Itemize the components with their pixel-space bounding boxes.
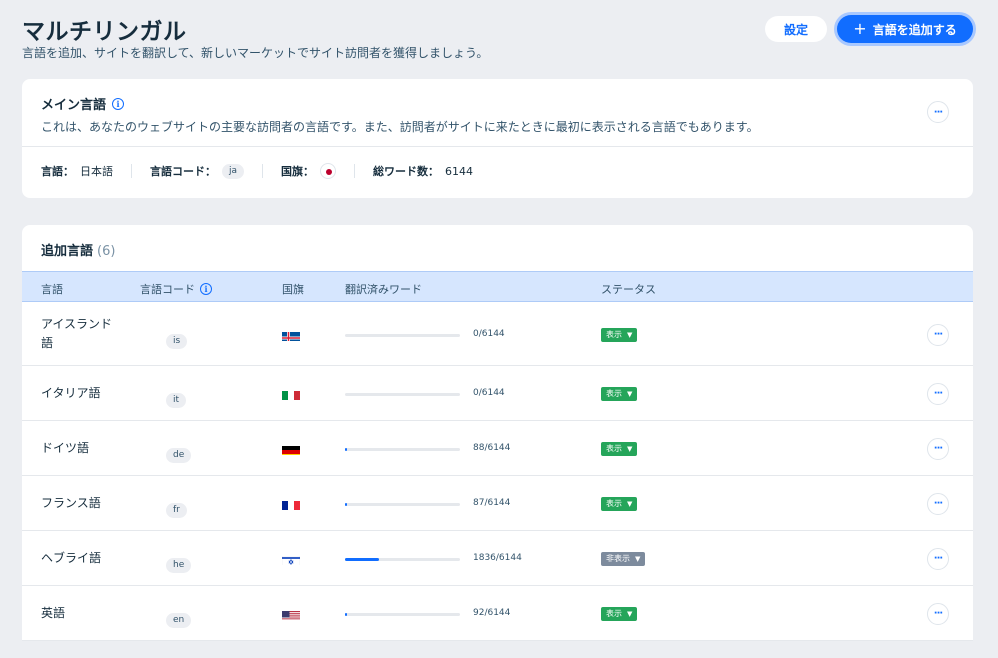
row-more-button[interactable]: ··· <box>927 492 949 515</box>
status-label: 表示 <box>606 330 622 339</box>
code-value: ja <box>222 163 245 179</box>
add-language-button[interactable]: + 言語を追加する <box>837 15 973 43</box>
flag-label: 国旗： <box>281 165 315 178</box>
additional-languages-count: (6) <box>97 244 116 259</box>
translation-progress-bar <box>345 557 460 561</box>
column-code: 言語コード <box>140 283 195 296</box>
chevron-down-icon: ▼ <box>627 609 633 618</box>
settings-button[interactable]: 設定 <box>765 16 827 42</box>
status-dropdown[interactable]: 非表示 ▼ <box>601 551 646 566</box>
chevron-down-icon: ▼ <box>627 499 633 508</box>
code-label: 言語コード： <box>150 165 216 178</box>
language-code-pill: is <box>166 333 188 349</box>
translated-words: 0/6144 <box>473 387 505 398</box>
status-label: 表示 <box>606 444 622 453</box>
translated-words: 87/6144 <box>473 497 511 508</box>
row-more-button[interactable]: ··· <box>927 602 949 625</box>
status-dropdown[interactable]: 表示 ▼ <box>601 441 638 456</box>
israel-flag-icon <box>282 553 300 565</box>
italy-flag-icon <box>282 388 300 400</box>
language-code-pill: de <box>166 447 192 463</box>
language-code-pill: he <box>166 557 192 573</box>
status-label: 非表示 <box>606 554 630 563</box>
status-dropdown[interactable]: 表示 ▼ <box>601 496 638 511</box>
status-dropdown[interactable]: 表示 ▼ <box>601 327 638 342</box>
translation-progress-fill <box>345 612 348 616</box>
column-translated: 翻訳済みワード <box>345 283 422 296</box>
language-name: アイスランド語 <box>41 317 113 350</box>
words-label: 総ワード数： <box>373 165 440 178</box>
translation-progress-fill <box>345 447 348 451</box>
add-language-label: 言語を追加する <box>872 22 957 37</box>
translation-progress-bar <box>345 447 460 451</box>
table-row: ドイツ語 de 88/6144 表示 ▼ ··· <box>22 421 973 476</box>
language-code-pill: en <box>166 612 192 628</box>
status-label: 表示 <box>606 389 622 398</box>
iceland-flag-icon <box>282 329 300 341</box>
language-name: イタリア語 <box>41 385 101 400</box>
page-title: マルチリンガル <box>22 19 187 45</box>
table-row: フランス語 fr 87/6144 表示 ▼ ··· <box>22 476 973 531</box>
status-dropdown[interactable]: 表示 ▼ <box>601 606 638 621</box>
language-label: 言語： <box>41 165 74 178</box>
language-code-pill: it <box>166 392 187 408</box>
language-code-pill: fr <box>166 502 187 518</box>
translation-progress-fill <box>345 557 380 561</box>
translation-progress-bar <box>345 502 460 506</box>
france-flag-icon <box>282 498 300 510</box>
info-icon[interactable]: i <box>200 283 212 295</box>
row-more-button[interactable]: ··· <box>927 437 949 460</box>
words-value: 6144 <box>445 164 474 178</box>
plus-icon: + <box>853 19 867 38</box>
page-subtitle: 言語を追加、サイトを翻訳して、新しいマーケットでサイト訪問者を獲得しましょう。 <box>22 46 489 60</box>
divider <box>131 164 132 178</box>
column-language: 言語 <box>41 283 63 296</box>
row-more-button[interactable]: ··· <box>927 382 949 405</box>
additional-languages-title: 追加言語 <box>41 244 94 259</box>
chevron-down-icon: ▼ <box>635 554 641 563</box>
main-language-description: これは、あなたのウェブサイトの主要な訪問者の言語です。また、訪問者がサイトに来た… <box>41 120 759 134</box>
main-language-more-button[interactable]: ··· <box>927 101 949 123</box>
translated-words: 0/6144 <box>473 328 505 339</box>
translation-progress-bar <box>345 392 460 396</box>
table-row: イタリア語 it 0/6144 表示 ▼ ··· <box>22 366 973 421</box>
japan-flag-icon <box>320 163 337 179</box>
translated-words: 1836/6144 <box>473 552 522 563</box>
language-value: 日本語 <box>80 165 113 178</box>
column-status: ステータス <box>601 283 656 296</box>
translation-progress-fill <box>345 502 348 506</box>
language-name: 英語 <box>41 605 66 620</box>
row-more-button[interactable]: ··· <box>927 323 949 346</box>
status-label: 表示 <box>606 609 622 618</box>
table-row: 英語 en 92/6144 表示 ▼ ··· <box>22 586 973 641</box>
additional-languages-card: 追加言語 (6) 言語 言語コード i 国旗 翻訳済みワード ステータス アイスラ… <box>22 225 973 641</box>
usa-flag-icon <box>282 608 300 620</box>
column-flag: 国旗 <box>282 283 304 296</box>
status-dropdown[interactable]: 表示 ▼ <box>601 386 638 401</box>
chevron-down-icon: ▼ <box>627 444 633 453</box>
divider <box>262 164 264 178</box>
main-language-card: メイン言語 i これは、あなたのウェブサイトの主要な訪問者の言語です。また、訪問… <box>22 79 973 198</box>
language-name: ヘブライ語 <box>41 550 102 565</box>
language-name: フランス語 <box>41 495 101 510</box>
language-name: ドイツ語 <box>41 440 90 455</box>
table-header: 言語 言語コード i 国旗 翻訳済みワード ステータス <box>22 271 973 302</box>
translation-progress-bar <box>345 612 460 616</box>
table-row: アイスランド語 is 0/6144 表示 ▼ ··· <box>22 303 973 366</box>
chevron-down-icon: ▼ <box>627 330 633 339</box>
translation-progress-bar <box>345 333 460 337</box>
translated-words: 92/6144 <box>473 607 511 618</box>
info-icon[interactable]: i <box>112 97 125 110</box>
status-label: 表示 <box>606 499 622 508</box>
table-row: ヘブライ語 he 1836/6144 非表示 ▼ ··· <box>22 531 973 586</box>
divider <box>354 164 356 178</box>
row-more-button[interactable]: ··· <box>927 547 949 570</box>
germany-flag-icon <box>282 443 300 455</box>
translated-words: 88/6144 <box>473 442 511 453</box>
main-language-title: メイン言語 <box>41 98 107 113</box>
chevron-down-icon: ▼ <box>627 389 633 398</box>
